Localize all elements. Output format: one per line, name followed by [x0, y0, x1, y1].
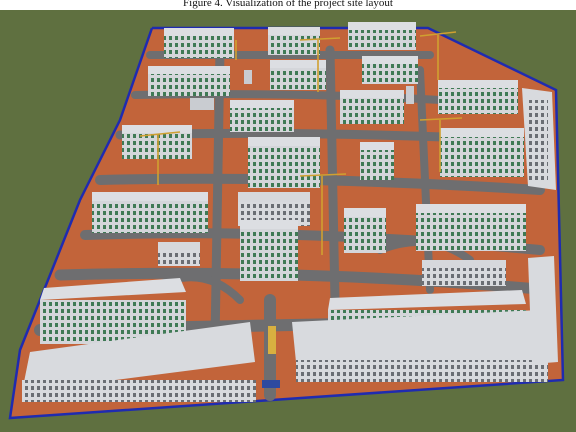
building-block — [438, 80, 518, 114]
building-block — [240, 220, 298, 281]
building-block — [158, 242, 200, 266]
building-block — [268, 27, 320, 55]
building-block — [230, 100, 294, 132]
building-block — [344, 208, 386, 253]
site-scene — [0, 10, 576, 432]
building-block — [148, 66, 230, 96]
podium-right-lower — [528, 256, 558, 364]
building-block — [340, 90, 404, 124]
building-block — [122, 125, 192, 159]
building-block — [248, 137, 320, 188]
building-block — [92, 192, 208, 233]
building-block — [360, 142, 394, 180]
building-block — [362, 56, 418, 84]
building-block — [348, 22, 416, 50]
building-block — [440, 128, 524, 177]
building-block — [164, 28, 234, 58]
building-block — [416, 204, 526, 251]
building-block — [422, 260, 506, 286]
